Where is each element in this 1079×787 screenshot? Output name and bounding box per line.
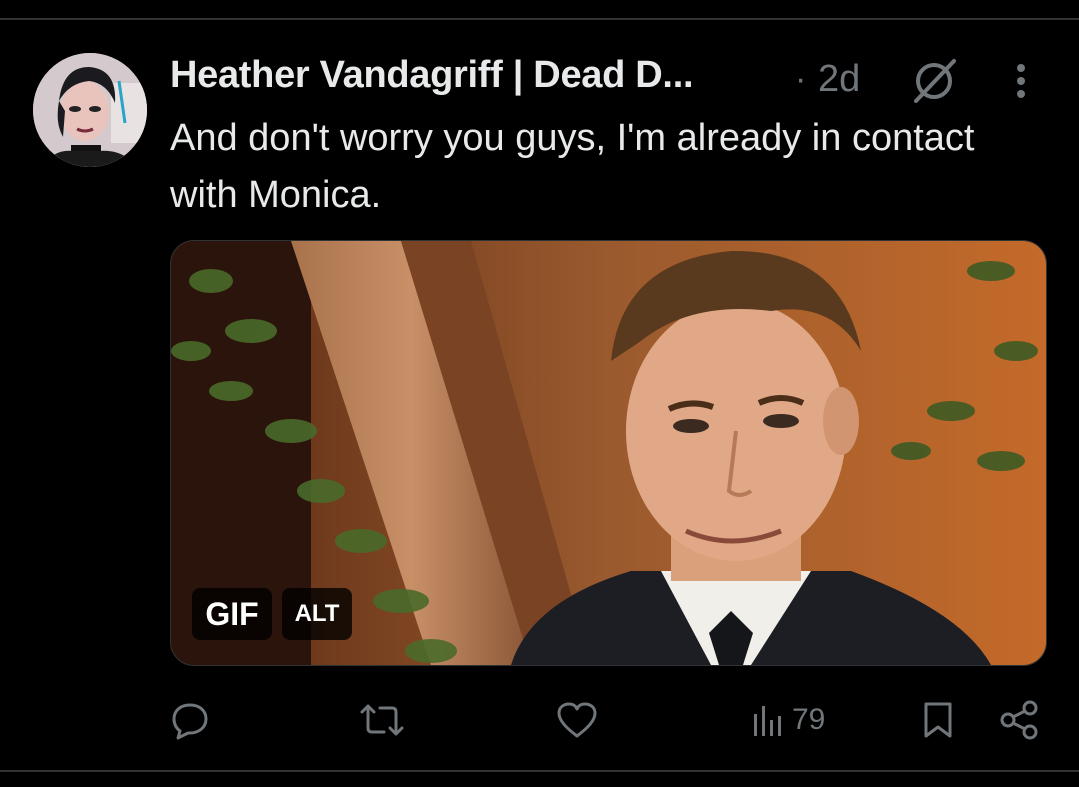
share-icon (998, 699, 1040, 741)
bottom-divider (0, 770, 1079, 772)
tweet-text: And don't worry you guys, I'm already in… (170, 117, 975, 216)
separator-dot: · (795, 60, 807, 98)
tweet-header: Heather Vandagriff | Dead D... · 2d (170, 52, 1049, 106)
retweet-icon (358, 700, 406, 740)
more-vertical-icon[interactable] (1008, 56, 1034, 104)
author-name[interactable]: Heather Vandagriff | Dead D... (170, 54, 693, 97)
action-bar: 79 (0, 690, 1079, 750)
views-button[interactable]: 79 (752, 690, 825, 750)
views-chart-icon (752, 700, 784, 740)
tweet-page: Heather Vandagriff | Dead D... · 2d And … (0, 0, 1079, 787)
like-button[interactable] (555, 690, 599, 750)
alt-badge[interactable]: ALT (282, 588, 352, 640)
bookmark-icon (920, 700, 956, 740)
reply-button[interactable] (170, 690, 210, 750)
timestamp[interactable]: 2d (818, 58, 860, 101)
avatar[interactable] (33, 53, 147, 167)
reply-icon (170, 700, 210, 740)
views-count: 79 (792, 703, 826, 736)
heart-icon (555, 700, 599, 740)
retweet-button[interactable] (358, 690, 406, 750)
grok-icon[interactable] (910, 56, 960, 104)
share-button[interactable] (998, 690, 1040, 750)
top-divider (0, 18, 1079, 20)
gif-badge[interactable]: GIF (192, 588, 272, 640)
bookmark-button[interactable] (920, 690, 956, 750)
